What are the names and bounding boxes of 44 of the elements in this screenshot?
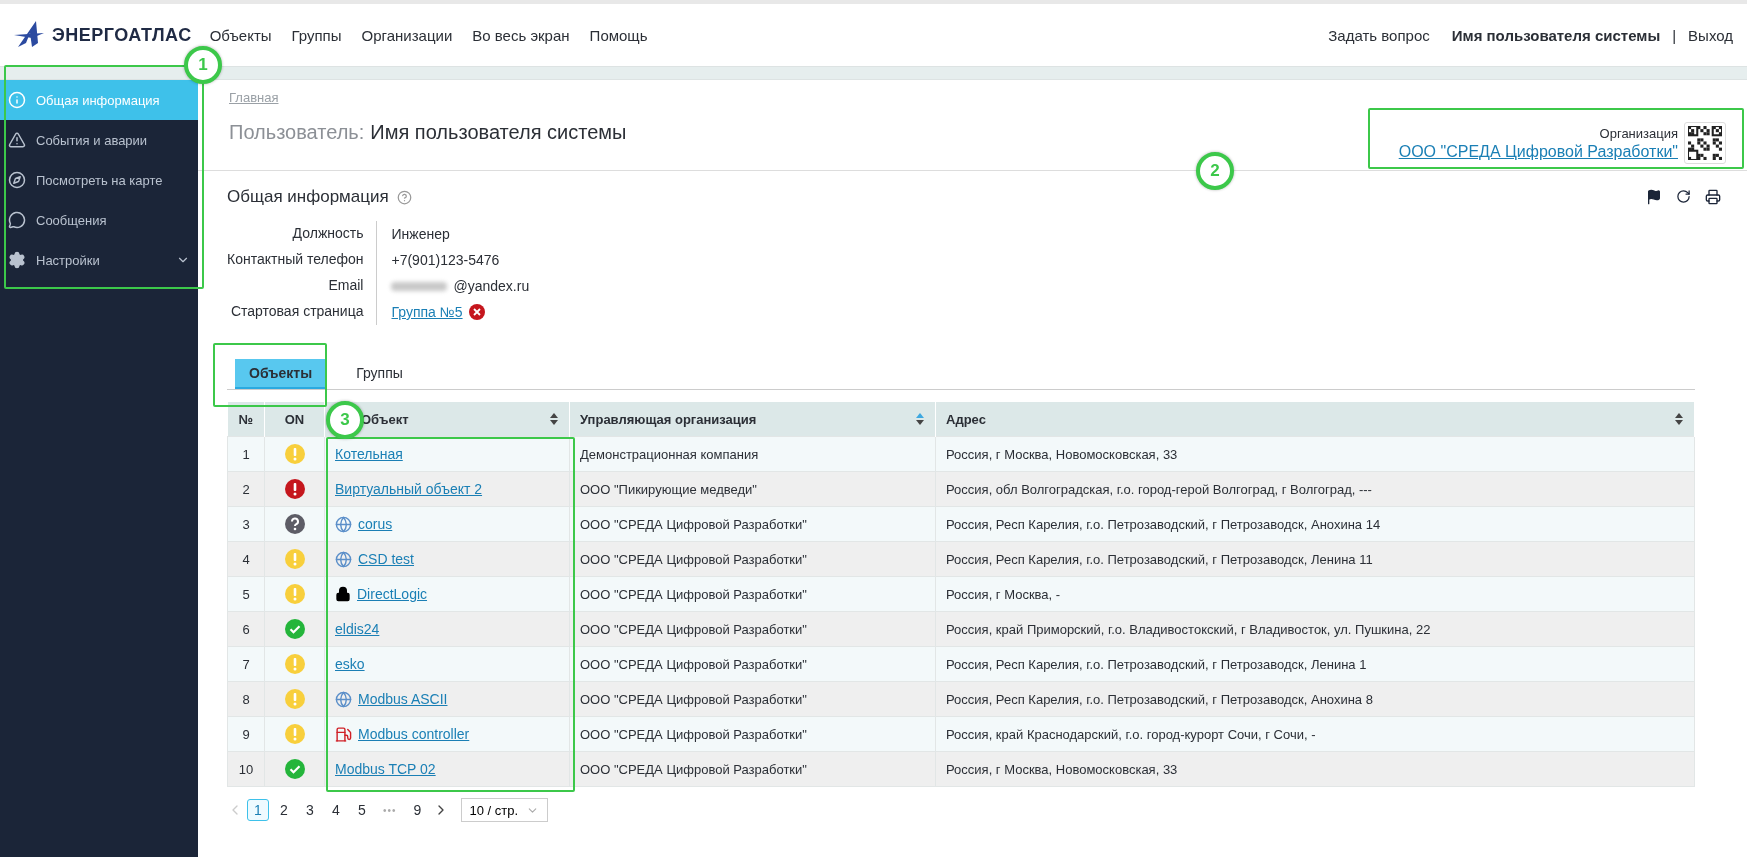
table-cell: ООО "Пикирующие медведи" xyxy=(569,471,936,507)
field-label: Email xyxy=(227,273,378,299)
table-cell: 1 xyxy=(227,436,265,472)
table-cell: Россия, край Краснодарский, г.о. город-курорт Сочи, г Сочи, - xyxy=(935,716,1695,752)
table-cell: ООО "СРЕДА Цифровой Разработки" xyxy=(569,751,936,787)
table-cell: 7 xyxy=(227,646,265,682)
page-title: Пользователь: Имя пользователя системы xyxy=(229,121,628,144)
table-cell: Россия, Респ Карелия, г.о. Петрозаводский, г Петрозаводск, Анохина 8 xyxy=(935,681,1695,717)
table-cell: 5 xyxy=(227,576,265,612)
table-cell: Россия, г Москва, Новомосковская, 33 xyxy=(935,751,1695,787)
table-cell: ООО "СРЕДА Цифровой Разработки" xyxy=(569,646,936,682)
table-cell: 9 xyxy=(227,716,265,752)
table-cell: Демонстрационная компания xyxy=(569,436,936,472)
section-title: Общая информация xyxy=(227,187,389,207)
table-cell: 10 xyxy=(227,751,265,787)
table-cell: ООО "СРЕДА Цифровой Разработки" xyxy=(569,506,936,542)
table-cell: 3 xyxy=(227,506,265,542)
table-cell: 6 xyxy=(227,611,265,647)
field-label: Должность xyxy=(227,221,378,247)
table-cell: Россия, Респ Карелия, г.о. Петрозаводский, г Петрозаводск, Ленина 1 xyxy=(935,646,1695,682)
table-cell: ООО "СРЕДА Цифровой Разработки" xyxy=(569,576,936,612)
table-cell: Россия, Респ Карелия, г.о. Петрозаводский, г Петрозаводск, Анохина 14 xyxy=(935,506,1695,542)
callout-tooltip: 1 xyxy=(184,46,222,84)
separator: | xyxy=(1672,26,1677,44)
table-cell: ООО "СРЕДА Цифровой Разработки" xyxy=(569,611,936,647)
table-cell: 8 xyxy=(227,681,265,717)
table-cell: ООО "СРЕДА Цифровой Разработки" xyxy=(569,681,936,717)
table-cell: ООО "СРЕДА Цифровой Разработки" xyxy=(569,716,936,752)
field-value: Инженер xyxy=(391,226,450,242)
field-value: +7(901)123-5476 xyxy=(391,252,500,268)
table-cell: 4 xyxy=(227,541,265,577)
field-label: Контактный телефон xyxy=(227,247,378,273)
field-value: @yandex.ru xyxy=(453,278,530,294)
field-label: Стартовая страница xyxy=(227,299,378,325)
organization-label: Организация xyxy=(1599,125,1678,141)
table-cell: ООО "СРЕДА Цифровой Разработки" xyxy=(569,541,936,577)
table-cell: Россия, г Москва, Новомосковская, 33 xyxy=(935,436,1695,472)
table-cell: Россия, край Приморский, г.о. Владивостокский, г Владивосток, ул. Пушкина, 22 xyxy=(935,611,1695,647)
table-cell: Россия, г Москва, - xyxy=(935,576,1695,612)
callout-tooltip: 2 xyxy=(1196,152,1234,190)
table-cell: Россия, обл Волгоградская, г.о. город-герой Волгоград, г Волгоград, --- xyxy=(935,471,1695,507)
table-cell: 2 xyxy=(227,471,265,507)
brand-name: ЭНЕРГОАТЛАС xyxy=(52,24,192,46)
table-cell: Россия, Респ Карелия, г.о. Петрозаводский, г Петрозаводск, Ленина 11 xyxy=(935,541,1695,577)
